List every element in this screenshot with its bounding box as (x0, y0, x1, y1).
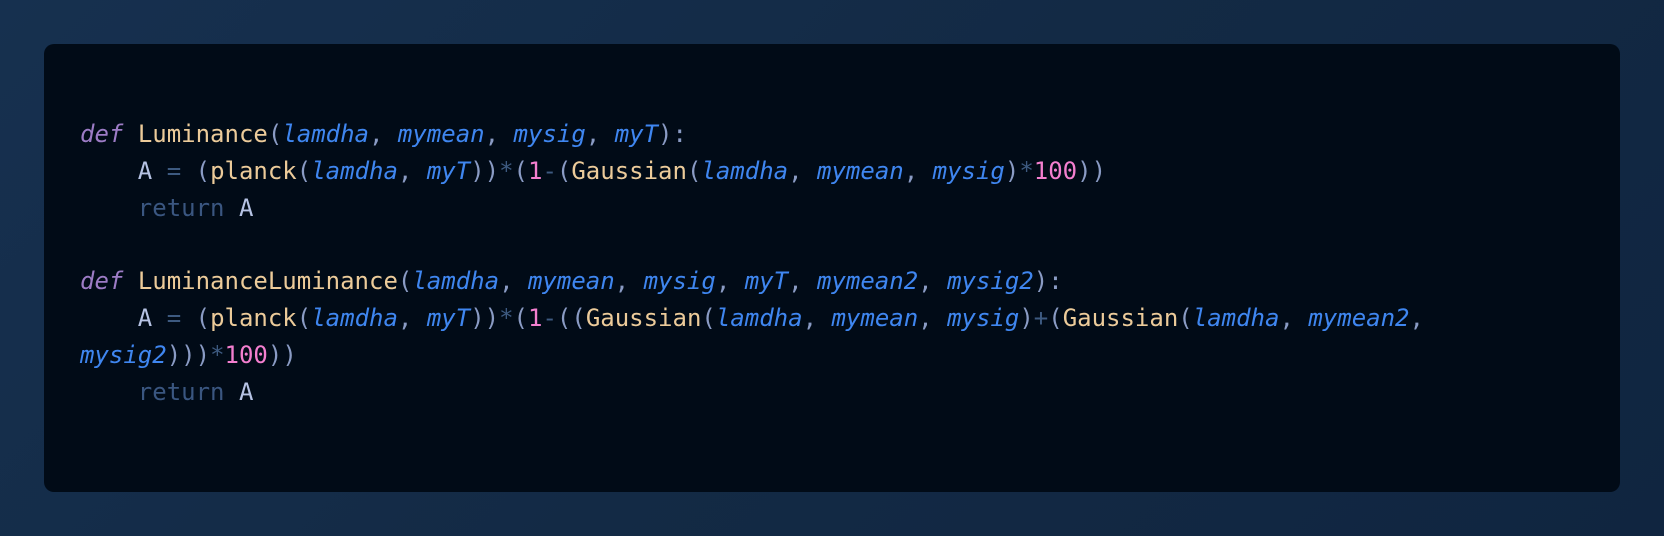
operator: * (1019, 156, 1034, 185)
number: 100 (1033, 156, 1078, 185)
argument: myT (426, 303, 471, 332)
param: mymean (527, 267, 615, 296)
variable: A (137, 156, 153, 185)
argument: mymean (831, 303, 919, 332)
param: mysig (513, 120, 586, 148)
operator: - (542, 303, 557, 332)
code-line-7: return A (80, 374, 1560, 411)
code-block: def Luminance(lamdha, mymean, mysig, myT… (44, 44, 1620, 492)
argument: lamdha (715, 303, 803, 332)
variable: A (137, 303, 153, 332)
function-call: Gaussian (585, 303, 702, 332)
param: mymean (397, 120, 485, 148)
argument: lamdha (311, 303, 398, 332)
function-call: Gaussian (571, 156, 687, 185)
operator: = (166, 156, 182, 185)
variable: A (238, 377, 254, 406)
number: 1 (528, 303, 543, 332)
code-line-3: return A (80, 190, 1560, 227)
operator: = (166, 303, 182, 332)
param: myT (614, 120, 659, 148)
argument: mymean2 (1308, 303, 1410, 332)
number: 100 (224, 340, 268, 369)
keyword-def: def (80, 267, 124, 296)
argument: lamdha (1192, 303, 1280, 332)
argument: lamdha (311, 156, 398, 185)
param: mysig (643, 267, 716, 296)
argument: lamdha (701, 156, 789, 185)
argument: myT (426, 156, 471, 185)
code-line-5: def LuminanceLuminance(lamdha, mymean, m… (80, 267, 1063, 296)
function-name: Luminance (137, 120, 268, 148)
keyword-def: def (80, 120, 124, 148)
operator: * (210, 340, 225, 369)
function-call: Gaussian (1062, 303, 1179, 332)
argument: mymean (817, 156, 904, 185)
keyword-return: return (137, 377, 225, 406)
argument: mysig (932, 156, 1005, 185)
param: myT (744, 267, 789, 296)
argument: mysig2 (80, 340, 167, 369)
param: lamdha (282, 120, 370, 148)
variable: A (238, 193, 254, 222)
code-line-1: def Luminance(lamdha, mymean, mysig, myT… (80, 120, 687, 148)
keyword-return: return (137, 193, 225, 222)
param: lamdha (412, 267, 500, 296)
number: 1 (528, 156, 543, 185)
operator: - (542, 156, 557, 185)
param: mysig2 (947, 267, 1034, 296)
code-content: def Luminance(lamdha, mymean, mysig, myT… (80, 116, 1560, 410)
code-line-6: A = (planck(lamdha, myT))*(1-((Gaussian(… (80, 303, 1439, 369)
function-call: planck (210, 303, 297, 332)
argument: mysig (947, 303, 1020, 332)
operator: + (1033, 303, 1049, 332)
code-line-2: A = (planck(lamdha, myT))*(1-(Gaussian(l… (137, 156, 1107, 185)
operator: * (499, 303, 514, 332)
operator: * (499, 156, 514, 185)
function-name: LuminanceLuminance (137, 267, 398, 296)
param: mymean2 (817, 267, 919, 296)
function-call: planck (210, 156, 297, 185)
